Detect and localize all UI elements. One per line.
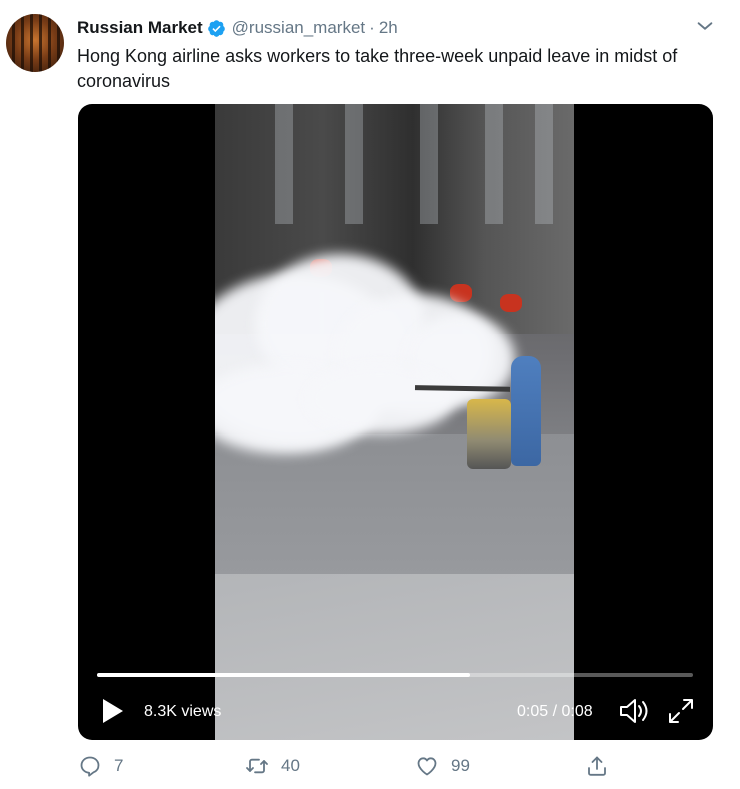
heart-icon: [417, 757, 437, 776]
share-icon: [588, 756, 606, 776]
retweet-button[interactable]: 40: [245, 752, 300, 780]
reply-button[interactable]: 7: [78, 752, 123, 780]
separator-dot: ·: [369, 18, 375, 37]
view-count: 8.3K views: [144, 703, 222, 720]
chevron-down-icon[interactable]: [694, 15, 716, 37]
like-count: 99: [451, 756, 470, 775]
tweet-header: Russian Market @russian_market · 2h: [77, 17, 398, 39]
tweet-actions: 7 40 99: [0, 752, 740, 782]
avatar[interactable]: [6, 14, 64, 72]
reply-icon: [80, 756, 100, 777]
play-icon[interactable]: [96, 696, 126, 726]
video-timecode: 0:05 / 0:08: [517, 703, 593, 720]
verified-badge-icon: [207, 19, 225, 37]
worker-figure: [511, 356, 541, 466]
reply-count: 7: [114, 756, 124, 775]
retweet-count: 40: [281, 756, 300, 775]
video-frame: [215, 104, 574, 740]
tweet-text: Hong Kong airline asks workers to take t…: [77, 46, 678, 91]
video-progress-bar[interactable]: [97, 673, 693, 677]
display-name[interactable]: Russian Market: [77, 18, 203, 38]
avatar-image: [6, 14, 64, 72]
like-button[interactable]: 99: [415, 752, 470, 780]
speaker-icon[interactable]: [618, 696, 652, 726]
handle[interactable]: @russian_market: [232, 18, 365, 38]
fogger-machine: [467, 399, 511, 469]
tweet[interactable]: Russian Market @russian_market · 2h Hong…: [0, 0, 740, 789]
timestamp[interactable]: 2h: [379, 18, 398, 38]
share-button[interactable]: [585, 752, 609, 780]
retweet-icon: [246, 758, 268, 774]
video-player[interactable]: 8.3K views 0:05 / 0:08: [78, 104, 713, 740]
fullscreen-icon[interactable]: [666, 696, 696, 726]
video-progress-fill: [97, 673, 470, 677]
